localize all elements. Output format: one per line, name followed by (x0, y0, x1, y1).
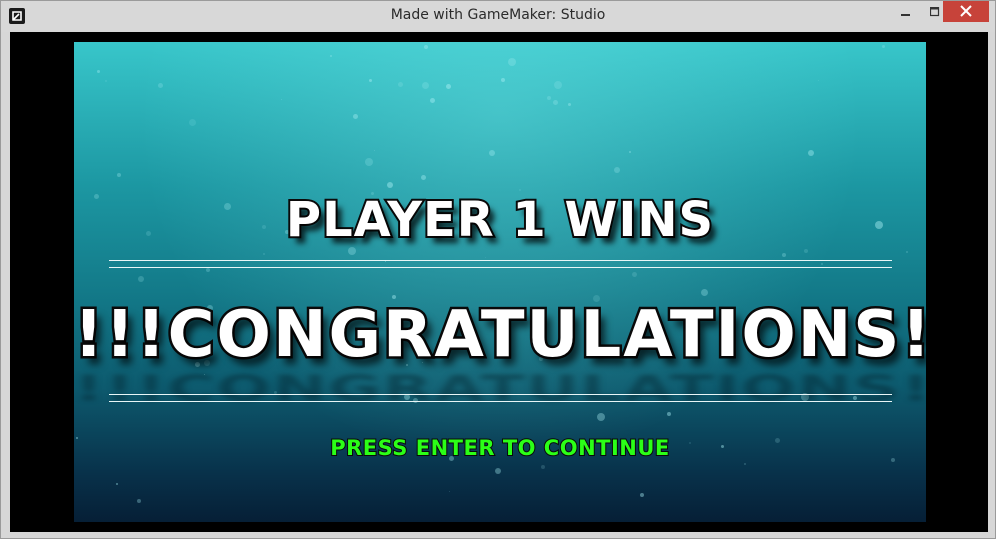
congrats-reflection: !!!CONGRATULATIONS!!! (74, 368, 926, 410)
bokeh-particle (385, 261, 386, 262)
bokeh-particle (782, 253, 786, 257)
minimize-icon (901, 2, 911, 21)
bokeh-particle (206, 268, 210, 272)
game-canvas[interactable]: PLAYER 1 WINS !!!CONGRATULATIONS!!! !!!C… (74, 42, 926, 522)
bokeh-particle (348, 247, 356, 255)
bokeh-particle (818, 80, 819, 81)
bokeh-particle (906, 251, 908, 253)
bokeh-particle (804, 249, 808, 253)
bokeh-particle (614, 167, 620, 173)
bokeh-particle (744, 463, 746, 465)
bokeh-particle (519, 189, 521, 191)
congratulations-banner: !!!CONGRATULATIONS!!! (74, 296, 926, 375)
minimize-button[interactable] (891, 1, 921, 22)
bokeh-particle (667, 412, 671, 416)
bokeh-particle (263, 253, 265, 255)
close-button[interactable] (943, 1, 989, 22)
bokeh-particle (422, 82, 429, 89)
bokeh-particle (365, 158, 373, 166)
bokeh-particle (117, 173, 121, 177)
bokeh-particle (821, 263, 823, 265)
bokeh-particle (554, 81, 562, 89)
winner-title: PLAYER 1 WINS (284, 190, 715, 250)
bokeh-particle (495, 468, 501, 474)
bokeh-particle (398, 82, 403, 87)
bokeh-particle (424, 45, 428, 49)
bokeh-particle (430, 98, 435, 103)
bokeh-particle (449, 491, 450, 492)
bokeh-particle (138, 276, 144, 282)
divider-top-2 (109, 267, 892, 268)
bokeh-particle (640, 493, 644, 497)
bokeh-particle (508, 58, 516, 66)
title-bar[interactable]: Made with GameMaker: Studio (1, 1, 995, 32)
bokeh-particle (446, 84, 451, 89)
maximize-icon (929, 2, 940, 21)
bokeh-particle (568, 103, 571, 106)
divider-top-1 (109, 260, 892, 261)
close-icon (960, 2, 972, 21)
bokeh-particle (597, 413, 605, 421)
app-window: Made with GameMaker: Studio PLAYER 1 WIN… (0, 0, 996, 539)
bokeh-particle (116, 483, 118, 485)
bokeh-particle (421, 175, 426, 180)
bokeh-particle (374, 150, 375, 151)
bokeh-particle (105, 80, 107, 82)
bokeh-particle (330, 55, 332, 57)
bokeh-particle (553, 100, 558, 105)
bokeh-particle (882, 45, 885, 48)
bokeh-particle (387, 182, 393, 188)
bokeh-particle (189, 119, 196, 126)
bokeh-particle (541, 465, 545, 469)
bokeh-particle (501, 78, 505, 82)
continue-prompt: PRESS ENTER TO CONTINUE (329, 435, 670, 461)
bokeh-particle (158, 83, 163, 88)
game-client-area: PLAYER 1 WINS !!!CONGRATULATIONS!!! !!!C… (10, 32, 988, 532)
bokeh-particle (808, 150, 814, 156)
divider-bottom-2 (109, 401, 892, 402)
divider-bottom-1 (109, 394, 892, 395)
bokeh-particle (97, 70, 100, 73)
bokeh-particle (137, 499, 141, 503)
bokeh-particle (489, 150, 495, 156)
bokeh-particle (629, 151, 631, 153)
window-title: Made with GameMaker: Studio (390, 7, 606, 23)
bokeh-particle (369, 79, 372, 82)
bokeh-particle (632, 272, 637, 277)
bokeh-particle (485, 257, 486, 258)
bokeh-particle (281, 99, 282, 100)
bokeh-particle (547, 96, 551, 100)
bokeh-particle (701, 289, 708, 296)
bokeh-particle (353, 114, 358, 119)
